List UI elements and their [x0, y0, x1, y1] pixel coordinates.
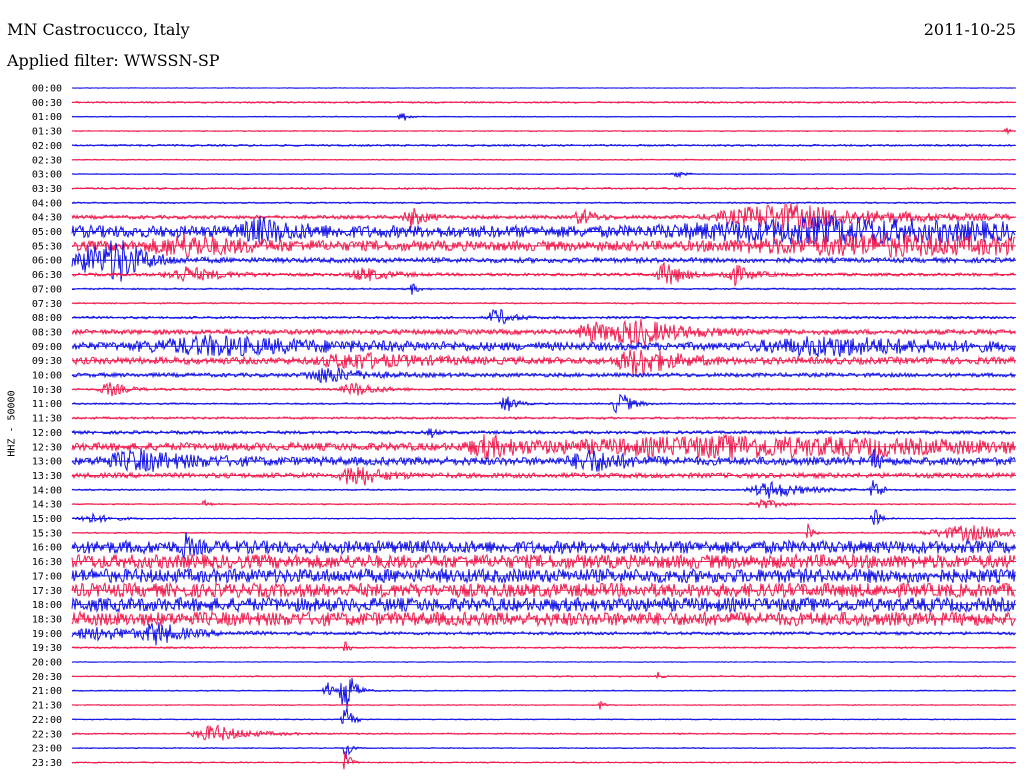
tick-label-1230: 12:30 — [32, 442, 62, 453]
tick-label-2200: 22:00 — [32, 715, 62, 726]
trace-1200 — [71, 428, 1016, 439]
tick-label-1500: 15:00 — [32, 514, 62, 525]
trace-1930 — [71, 641, 1016, 652]
tick-label-2230: 22:30 — [32, 729, 62, 740]
tick-label-0030: 00:30 — [32, 98, 62, 109]
tick-label-0700: 07:00 — [32, 284, 62, 295]
trace-1230 — [71, 433, 1016, 464]
tick-label-2300: 23:00 — [32, 744, 62, 755]
tick-label-0200: 02:00 — [32, 141, 62, 152]
tick-label-0100: 01:00 — [32, 112, 62, 123]
tick-label-1930: 19:30 — [32, 643, 62, 654]
tick-label-1630: 16:30 — [32, 557, 62, 568]
tick-label-1200: 12:00 — [32, 428, 62, 439]
tick-label-0730: 07:30 — [32, 299, 62, 310]
tick-label-1030: 10:30 — [32, 385, 62, 396]
tick-label-0530: 05:30 — [32, 241, 62, 252]
tick-label-2000: 20:00 — [32, 658, 62, 669]
tick-label-0830: 08:30 — [32, 327, 62, 338]
tick-label-1400: 14:00 — [32, 485, 62, 496]
tick-label-1700: 17:00 — [32, 571, 62, 582]
tick-label-2030: 20:30 — [32, 672, 62, 683]
tick-label-1730: 17:30 — [32, 586, 62, 597]
tick-label-1900: 19:00 — [32, 629, 62, 640]
tick-label-0300: 03:00 — [32, 170, 62, 181]
trace-1600 — [71, 532, 1016, 560]
trace-2330 — [71, 751, 1016, 770]
tick-label-0230: 02:30 — [32, 155, 62, 166]
trace-0700 — [71, 283, 1016, 295]
tick-label-2330: 23:30 — [32, 758, 62, 769]
tick-label-1000: 10:00 — [32, 371, 62, 382]
trace-2030 — [71, 671, 1016, 680]
trace-2200 — [71, 708, 1016, 724]
tick-label-0800: 08:00 — [32, 313, 62, 324]
tick-label-0900: 09:00 — [32, 342, 62, 353]
tick-label-0430: 04:30 — [32, 213, 62, 224]
tick-label-0000: 00:00 — [32, 84, 62, 95]
trace-2130 — [71, 700, 1016, 710]
trace-2100 — [71, 677, 1015, 709]
tick-label-2130: 21:30 — [32, 701, 62, 712]
tick-label-0500: 05:00 — [32, 227, 62, 238]
tick-label-1830: 18:30 — [32, 614, 62, 625]
tick-label-1430: 14:30 — [32, 500, 62, 511]
tick-label-1600: 16:00 — [32, 543, 62, 554]
tick-label-1530: 15:30 — [32, 528, 62, 539]
trace-2230 — [71, 724, 1016, 741]
tick-label-0400: 04:00 — [32, 198, 62, 209]
tick-label-1130: 11:30 — [32, 414, 62, 425]
tick-label-0630: 06:30 — [32, 270, 62, 281]
tick-label-1100: 11:00 — [32, 399, 62, 410]
tick-label-0330: 03:30 — [32, 184, 62, 195]
trace-0800 — [71, 308, 1016, 325]
tick-label-1800: 18:00 — [32, 600, 62, 611]
tick-label-0600: 06:00 — [32, 256, 62, 267]
seismogram-plot: 00:00 00:30 01:00 01:30 02:00 02:30 03:00 03:30… — [32, 84, 1016, 770]
tick-label-2100: 21:00 — [32, 686, 62, 697]
trace-1500 — [71, 509, 1016, 526]
tick-label-1300: 13:00 — [32, 457, 62, 468]
tick-label-0930: 09:30 — [32, 356, 62, 367]
tick-label-0130: 01:30 — [32, 127, 62, 138]
tick-label-1330: 13:30 — [32, 471, 62, 482]
